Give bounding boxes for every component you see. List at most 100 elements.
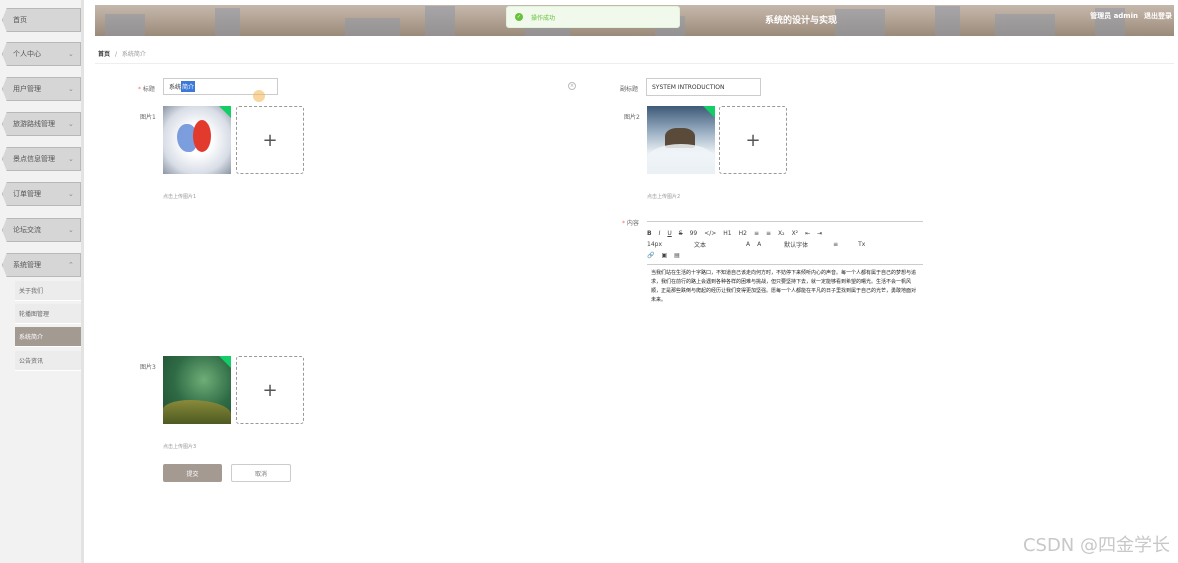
success-toast: ✓ 操作成功 — [506, 6, 680, 28]
sidebar-item-profile[interactable]: 个人中心 ⌄ — [2, 42, 81, 66]
sidebar-item-label: 个人中心 — [13, 50, 41, 58]
content-label: * 内容 — [622, 220, 639, 227]
bullet-list-button[interactable]: ≡ — [766, 230, 771, 237]
ordered-list-button[interactable]: ≡ — [754, 230, 759, 237]
link-icon[interactable]: 🔗 — [647, 252, 654, 259]
breadcrumb: 首页 / 系统简介 — [98, 49, 146, 58]
video-icon[interactable]: ▤ — [674, 252, 680, 259]
skyline-building — [995, 14, 1055, 36]
skyline-building — [935, 6, 960, 36]
current-user: 管理员 admin — [1090, 12, 1138, 20]
subtitle-label: 副标题 — [620, 86, 639, 93]
toast-message: 操作成功 — [531, 14, 556, 22]
italic-button[interactable]: I — [659, 230, 661, 237]
submenu-item-about[interactable]: 关于我们 — [15, 281, 81, 301]
sidebar-item-users[interactable]: 用户管理 ⌄ — [2, 77, 81, 101]
sidebar-item-label: 系统管理 — [13, 261, 41, 269]
image1-upload-button[interactable]: + — [236, 106, 304, 174]
submenu-item-carousel[interactable]: 轮播图管理 — [15, 304, 81, 324]
chevron-down-icon: ⌄ — [68, 190, 74, 198]
image1-label: 图片1 — [140, 114, 156, 121]
divider — [647, 264, 923, 265]
breadcrumb-current: 系统简介 — [121, 51, 146, 58]
indent-button[interactable]: ⇥ — [817, 230, 822, 237]
title-label: * 标题 — [138, 86, 155, 93]
chevron-down-icon: ⌄ — [68, 50, 74, 58]
header-select[interactable]: 文本 — [694, 240, 739, 249]
submit-button[interactable]: 提交 — [163, 464, 222, 482]
font-family-select[interactable]: 默认字体 — [784, 240, 826, 249]
submenu-item-label: 系统简介 — [19, 334, 44, 341]
editor-toolbar-row2: 14px 文本 A A 默认字体 ≡ Tx — [647, 239, 923, 250]
image3-upload-button[interactable]: + — [236, 356, 304, 424]
rich-text-editor[interactable]: B I U S 99 </> H1 H2 ≡ ≡ X₂ X² ⇤ ⇥ 14px … — [647, 221, 923, 321]
underline-button[interactable]: U — [667, 230, 671, 237]
sidebar-item-orders[interactable]: 订单管理 ⌄ — [2, 182, 81, 206]
plus-icon: + — [262, 129, 278, 151]
bold-button[interactable]: B — [647, 230, 652, 237]
editor-toolbar-row3: 🔗 ▣ ▤ — [647, 250, 923, 261]
cancel-button[interactable]: 取消 — [231, 464, 291, 482]
h1-button[interactable]: H1 — [723, 230, 731, 237]
subscript-button[interactable]: X₂ — [778, 230, 785, 237]
sidebar: 首页 个人中心 ⌄ 用户管理 ⌄ 旅游路线管理 ⌄ 景点信息管理 ⌄ 订单管理 … — [0, 0, 84, 563]
image2-label: 图片2 — [624, 114, 640, 121]
image3-label: 图片3 — [140, 364, 156, 371]
submenu-item-label: 关于我们 — [19, 288, 44, 295]
chevron-down-icon: ⌄ — [68, 85, 74, 93]
check-circle-icon: ✓ — [515, 13, 523, 21]
image1-thumbnail[interactable] — [163, 106, 231, 174]
logout-link[interactable]: 退出登录 — [1144, 11, 1172, 21]
image-icon[interactable]: ▣ — [661, 252, 667, 259]
align-select[interactable]: ≡ — [833, 241, 851, 248]
sidebar-item-forum[interactable]: 论坛交流 ⌄ — [2, 218, 81, 242]
chevron-up-icon: ⌃ — [68, 261, 74, 269]
strike-button[interactable]: S — [679, 230, 683, 237]
quote-button[interactable]: 99 — [690, 230, 698, 237]
editor-toolbar-row1: B I U S 99 </> H1 H2 ≡ ≡ X₂ X² ⇤ ⇥ — [647, 228, 923, 239]
breadcrumb-home[interactable]: 首页 — [98, 51, 110, 58]
sidebar-item-scenic[interactable]: 景点信息管理 ⌄ — [2, 147, 81, 171]
h2-button[interactable]: H2 — [739, 230, 747, 237]
skyline-building — [835, 9, 885, 36]
submenu-item-intro[interactable]: 系统简介 — [15, 327, 81, 347]
sidebar-item-label: 用户管理 — [13, 85, 41, 93]
code-button[interactable]: </> — [704, 230, 716, 237]
skyline-building — [215, 8, 240, 36]
image3-thumbnail[interactable] — [163, 356, 231, 424]
sidebar-item-label: 订单管理 — [13, 190, 41, 198]
subtitle-input[interactable]: SYSTEM INTRODUCTION — [646, 78, 761, 96]
text-color-button[interactable]: A — [746, 241, 750, 248]
divider — [95, 63, 1174, 64]
image2-upload-button[interactable]: + — [719, 106, 787, 174]
superscript-button[interactable]: X² — [792, 230, 799, 237]
outdent-button[interactable]: ⇤ — [805, 230, 810, 237]
sidebar-item-label: 旅游路线管理 — [13, 120, 55, 128]
breadcrumb-separator: / — [114, 51, 117, 58]
sidebar-item-home[interactable]: 首页 — [2, 8, 81, 32]
sidebar-item-label: 景点信息管理 — [13, 155, 55, 163]
skyline-building — [425, 6, 455, 36]
image1-hint: 点击上传图片1 — [163, 194, 197, 200]
mouse-cursor-highlight — [253, 90, 265, 102]
submenu-item-label: 公告资讯 — [19, 358, 44, 365]
chevron-down-icon: ⌄ — [68, 120, 74, 128]
sidebar-item-label: 论坛交流 — [13, 226, 41, 234]
clear-icon[interactable]: × — [568, 82, 576, 90]
sidebar-item-routes[interactable]: 旅游路线管理 ⌄ — [2, 112, 81, 136]
editor-content[interactable]: 当我们站在生活的十字路口，不知道自己该走向何方时，不妨停下来倾听内心的声音。每一… — [651, 269, 919, 305]
sidebar-item-system[interactable]: 系统管理 ⌃ — [2, 253, 81, 277]
font-size-select[interactable]: 14px — [647, 241, 687, 248]
submenu-item-news[interactable]: 公告资讯 — [15, 351, 81, 371]
chevron-down-icon: ⌄ — [68, 155, 74, 163]
image2-thumbnail[interactable] — [647, 106, 715, 174]
skyline-building — [105, 14, 145, 36]
skyline-building — [345, 18, 400, 36]
clear-format-button[interactable]: Tx — [858, 241, 865, 248]
image3-hint: 点击上传图片3 — [163, 444, 197, 450]
submenu-item-label: 轮播图管理 — [19, 311, 50, 318]
image2-hint: 点击上传图片2 — [647, 194, 681, 200]
background-color-button[interactable]: A — [757, 241, 777, 248]
app-title: 系统的设计与实现 — [765, 16, 838, 26]
sidebar-item-label: 首页 — [13, 16, 27, 24]
